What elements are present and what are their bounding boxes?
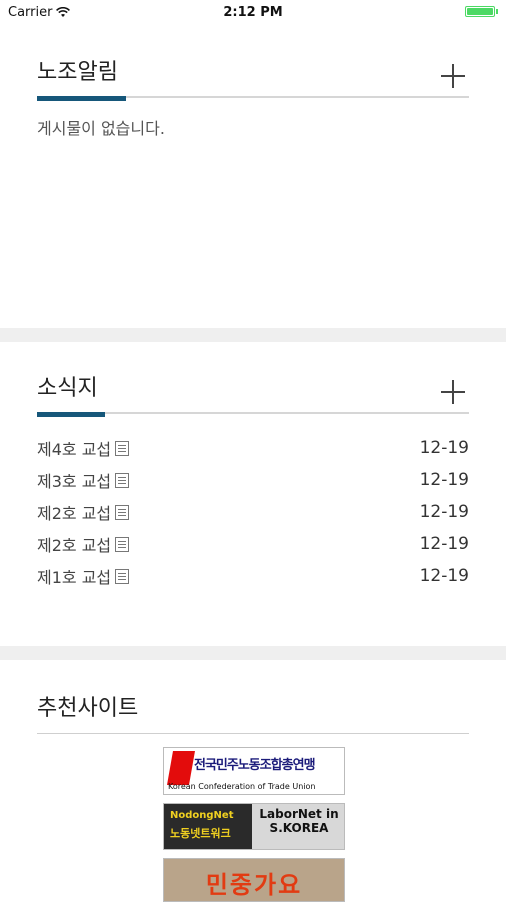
nodongnet-korean-label: 노동넷트워크 (170, 827, 231, 840)
document-icon (115, 536, 130, 552)
minjung-gayo-banner-link[interactable]: 민중가요 (163, 858, 345, 902)
newsletter-item[interactable]: 제1호 교섭 12-19 (37, 560, 469, 592)
document-icon (115, 440, 130, 456)
recommended-header: 추천사이트 (37, 688, 469, 734)
labornet-label: LaborNet in S.KOREA (259, 807, 339, 835)
kctu-banner-link[interactable]: 전국민주노동조합총연맹 Korean Confederation of Trad… (163, 747, 345, 795)
recommended-title: 추천사이트 (37, 696, 139, 721)
kctu-english-name: Korean Confederation of Trade Union (168, 782, 316, 791)
notices-header: 노조알림 (37, 52, 469, 101)
newsletter-item-date: 12-19 (419, 566, 469, 586)
newsletter-item-label: 제2호 교섭 (37, 536, 112, 555)
newsletter-item-date: 12-19 (419, 502, 469, 522)
document-icon (115, 568, 130, 584)
kctu-flag-logo (167, 751, 195, 785)
battery-icon (465, 6, 498, 17)
newsletter-item-label: 제2호 교섭 (37, 504, 112, 523)
newsletter-header: 소식지 (37, 368, 469, 417)
newsletter-item-date: 12-19 (419, 534, 469, 554)
notices-empty-text: 게시물이 없습니다. (37, 119, 165, 138)
notices-section: 노조알림 (0, 52, 506, 328)
newsletter-item[interactable]: 제3호 교섭 12-19 (37, 464, 469, 496)
newsletter-item[interactable]: 제4호 교섭 12-19 (37, 432, 469, 464)
kctu-korean-name: 전국민주노동조합총연맹 (194, 758, 316, 773)
notices-underline (37, 96, 469, 101)
section-divider (0, 646, 506, 660)
recommended-underline (37, 733, 469, 734)
labornet-banner-link[interactable]: NodongNet 노동넷트워크 LaborNet in S.KOREA (163, 803, 345, 850)
nodongnet-logo: NodongNet 노동넷트워크 (164, 804, 252, 849)
notices-underline-accent (37, 96, 126, 101)
status-bar: Carrier 2:12 PM (0, 0, 506, 26)
newsletter-title: 소식지 (37, 376, 98, 401)
newsletter-underline (37, 412, 469, 417)
newsletter-underline-accent (37, 412, 105, 417)
newsletter-item-date: 12-19 (419, 438, 469, 458)
newsletter-item[interactable]: 제2호 교섭 12-19 (37, 496, 469, 528)
add-notice-plus-icon[interactable] (441, 64, 465, 88)
status-time: 2:12 PM (223, 5, 283, 20)
document-icon (115, 504, 130, 520)
section-divider (0, 328, 506, 342)
newsletter-item-label: 제4호 교섭 (37, 440, 112, 459)
document-icon (115, 472, 130, 488)
newsletter-list: 제4호 교섭 12-19 제3호 교섭 12-19 제2호 교섭 12-19 제… (37, 432, 469, 592)
add-newsletter-plus-icon[interactable] (441, 380, 465, 404)
newsletter-item-date: 12-19 (419, 470, 469, 490)
newsletter-item-label: 제1호 교섭 (37, 568, 112, 587)
newsletter-item-label: 제3호 교섭 (37, 472, 112, 491)
minjung-gayo-label: 민중가요 (205, 871, 303, 899)
nodongnet-label: NodongNet (170, 810, 234, 821)
notices-title: 노조알림 (37, 60, 118, 85)
newsletter-item[interactable]: 제2호 교섭 12-19 (37, 528, 469, 560)
